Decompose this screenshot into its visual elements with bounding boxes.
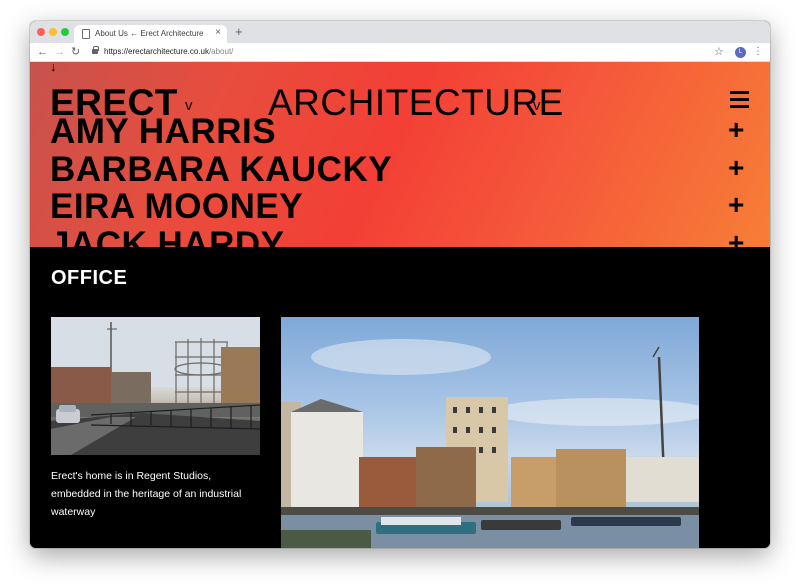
back-arrow-icon[interactable]: ← [37, 45, 48, 59]
plus-icon[interactable]: + [728, 113, 744, 147]
plus-icon[interactable]: + [728, 151, 744, 185]
list-item[interactable]: BARBARA KAUCKY + [30, 151, 770, 189]
office-heading: OFFICE [51, 267, 128, 289]
maximize-window-button[interactable] [61, 28, 69, 36]
canal-scene-image [281, 339, 699, 548]
new-tab-button[interactable]: + [235, 24, 243, 40]
forward-arrow-icon[interactable]: → [54, 45, 65, 59]
list-item[interactable]: EIRA MOONEY + [30, 188, 770, 226]
kebab-menu-icon[interactable]: ⋮ [753, 45, 763, 59]
lock-icon [92, 46, 99, 54]
profile-avatar[interactable]: L [735, 47, 746, 58]
person-name: JACK HARDY [50, 224, 285, 248]
list-item[interactable]: JACK HARDY + [30, 226, 770, 248]
office-street-photo [51, 317, 260, 455]
close-window-button[interactable] [37, 28, 45, 36]
tab-close-icon[interactable]: × [215, 27, 221, 39]
office-caption: Erect's home is in Regent Studios, embed… [51, 470, 242, 518]
chevron-down-icon[interactable]: v [533, 98, 541, 114]
office-canal-photo [281, 317, 699, 548]
page-content: ↓ ERECT v ARCHITECTURE v AMY HARRIS + BA… [30, 62, 770, 548]
browser-toolbar: ← → ↻ https://erectarchitecture.co.uk/ab… [30, 43, 770, 62]
browser-tab[interactable]: About Us ← Erect Architecture × [74, 25, 227, 43]
plus-icon[interactable]: + [728, 188, 744, 222]
address-bar[interactable]: https://erectarchitecture.co.uk/about/ [104, 47, 233, 56]
tab-strip: About Us ← Erect Architecture × + [30, 21, 770, 43]
tab-title: About Us ← Erect Architecture [95, 29, 204, 38]
hero-section: ↓ ERECT v ARCHITECTURE v AMY HARRIS + BA… [30, 62, 770, 247]
people-list: AMY HARRIS + BARBARA KAUCKY + EIRA MOONE… [30, 113, 770, 247]
person-name: BARBARA KAUCKY [50, 149, 393, 189]
hamburger-icon[interactable] [730, 91, 749, 108]
star-icon[interactable]: ☆ [714, 45, 724, 59]
person-name: EIRA MOONEY [50, 187, 304, 226]
browser-window: About Us ← Erect Architecture × + ← → ↻ … [30, 21, 770, 548]
url-path: /about/ [208, 47, 234, 56]
list-item[interactable]: AMY HARRIS + [30, 113, 770, 151]
person-name: AMY HARRIS [50, 112, 277, 151]
url-host: https://erectarchitecture.co.uk [104, 47, 209, 56]
minimize-window-button[interactable] [49, 28, 57, 36]
scroll-down-icon[interactable]: ↓ [50, 62, 57, 74]
street-scene-image [51, 317, 260, 455]
page-icon [82, 29, 90, 39]
plus-icon[interactable]: + [728, 226, 744, 248]
reload-icon[interactable]: ↻ [71, 45, 80, 59]
